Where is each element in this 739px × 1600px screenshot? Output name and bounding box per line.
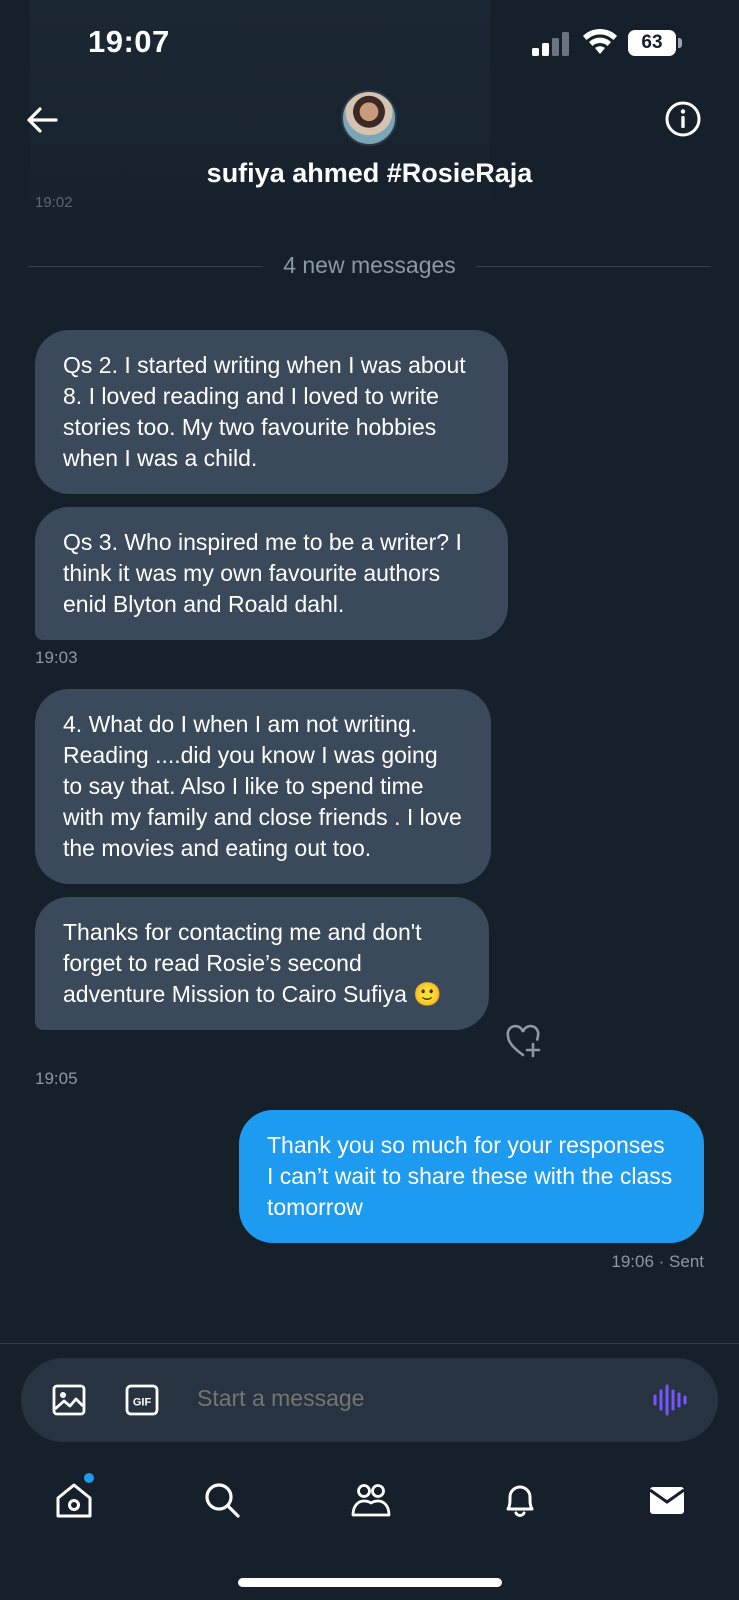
info-icon[interactable] [664, 100, 702, 138]
wifi-icon [583, 28, 617, 54]
clipped-timestamp: 19:02 [35, 194, 73, 211]
bottom-tab-bar [0, 1455, 739, 1545]
message-composer: GIF [21, 1358, 718, 1442]
avatar[interactable] [341, 90, 397, 146]
home-notification-dot [84, 1473, 94, 1483]
status-time: 19:07 [88, 24, 170, 59]
message-bubble-incoming[interactable]: Qs 3. Who inspired me to be a writer? I … [35, 507, 508, 640]
divider-line-right [476, 266, 711, 267]
home-indicator [238, 1578, 502, 1587]
image-icon[interactable] [51, 1382, 87, 1418]
cellular-signal-icon [532, 32, 569, 56]
gif-icon[interactable]: GIF [124, 1382, 160, 1418]
search-icon[interactable] [201, 1479, 243, 1521]
heart-plus-icon[interactable] [505, 1024, 543, 1060]
message-timestamp: 19:03 [35, 648, 78, 667]
new-messages-divider: 4 new messages [28, 246, 711, 286]
home-icon[interactable] [53, 1479, 95, 1521]
message-bubble-incoming[interactable]: Qs 2. I started writing when I was about… [35, 330, 508, 494]
message-bubble-incoming[interactable]: 4. What do I when I am not writing. Read… [35, 689, 491, 884]
status-bar: 19:07 63 [0, 0, 739, 88]
message-bubble-incoming[interactable]: Thanks for contacting me and don't forge… [35, 897, 489, 1030]
bell-icon[interactable] [499, 1479, 541, 1521]
voice-wave-icon[interactable] [651, 1382, 687, 1418]
message-bubble-outgoing[interactable]: Thank you so much for your responses I c… [239, 1110, 704, 1243]
arrow-left-icon[interactable] [24, 102, 60, 138]
message-timestamp: 19:05 [35, 1069, 78, 1088]
composer-divider [0, 1343, 739, 1344]
battery-indicator: 63 [628, 30, 682, 56]
communities-icon[interactable] [350, 1479, 392, 1521]
message-input[interactable] [197, 1385, 617, 1412]
message-sent-status: 19:06 · Sent [611, 1252, 704, 1271]
conversation-header: sufiya ahmed #RosieRaja [0, 88, 739, 198]
contact-name[interactable]: sufiya ahmed #RosieRaja [0, 158, 739, 189]
mail-icon[interactable] [646, 1479, 688, 1521]
svg-text:GIF: GIF [133, 1397, 152, 1409]
